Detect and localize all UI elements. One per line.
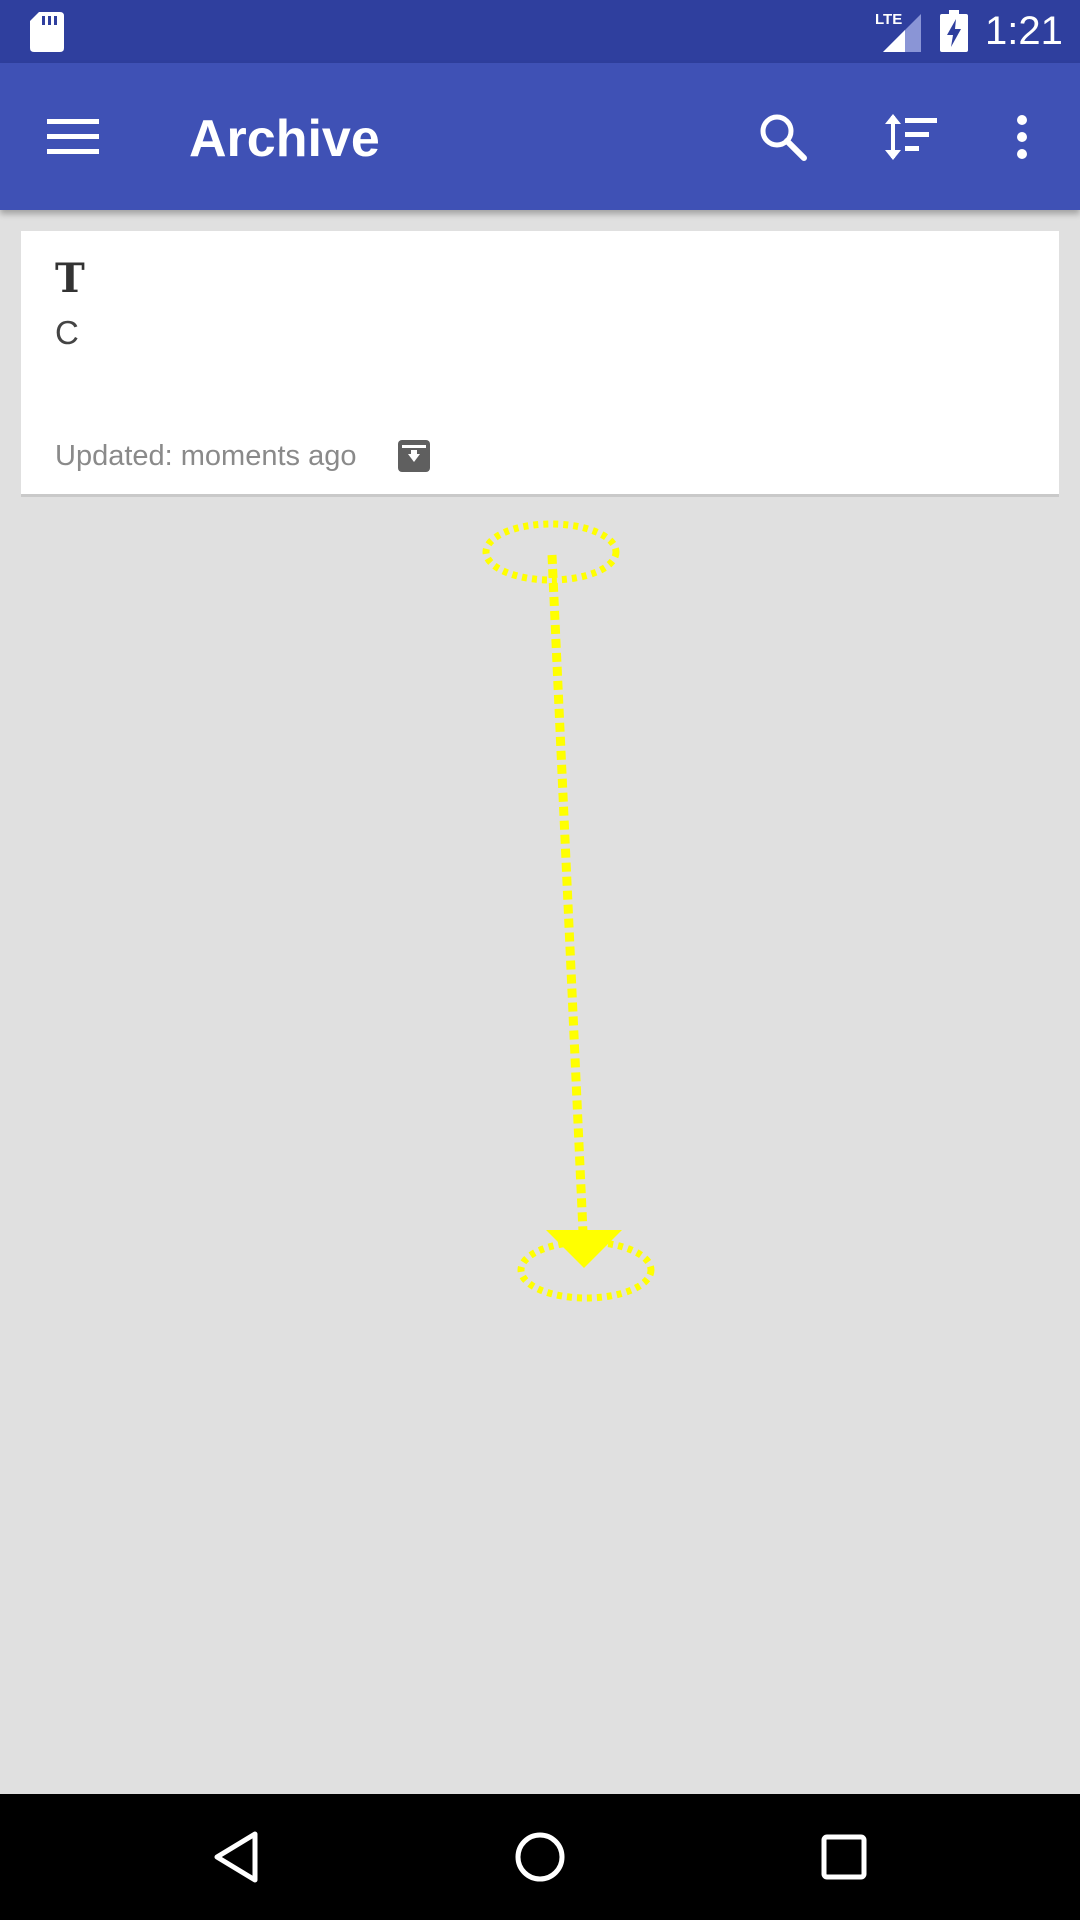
sort-icon: [885, 113, 937, 160]
home-button[interactable]: [470, 1794, 610, 1920]
menu-icon: [47, 118, 99, 154]
sort-button[interactable]: [851, 63, 971, 210]
note-card[interactable]: T C Updated: moments ago: [21, 231, 1059, 497]
status-clock: 1:21: [985, 9, 1063, 53]
search-button[interactable]: [723, 63, 843, 210]
gesture-end-circle: [517, 1238, 655, 1302]
gesture-start-circle: [482, 520, 620, 584]
menu-button[interactable]: [13, 63, 133, 210]
note-title: T: [55, 255, 85, 302]
note-body: C: [55, 314, 79, 351]
back-icon: [214, 1831, 258, 1883]
search-icon: [760, 114, 807, 161]
archive-icon: [398, 440, 430, 472]
status-bar: LTE 1:21: [0, 0, 1080, 63]
sd-card-icon: [30, 12, 64, 52]
note-updated-time: Updated: moments ago: [55, 440, 357, 472]
back-button[interactable]: [167, 1794, 307, 1920]
recents-button[interactable]: [774, 1794, 914, 1920]
more-options-button[interactable]: [962, 63, 1080, 210]
gesture-arrowhead: [546, 1230, 622, 1268]
lte-label: LTE: [875, 11, 902, 28]
home-icon: [515, 1832, 565, 1882]
lte-signal-icon: LTE: [875, 11, 921, 52]
system-nav-bar: [0, 1794, 1080, 1920]
battery-charging-icon: [940, 10, 968, 52]
recents-icon: [821, 1834, 867, 1880]
page-title: Archive: [189, 110, 380, 168]
more-vert-icon: [1017, 114, 1027, 159]
app-bar: Archive: [0, 63, 1080, 210]
gesture-path: [547, 554, 588, 1233]
